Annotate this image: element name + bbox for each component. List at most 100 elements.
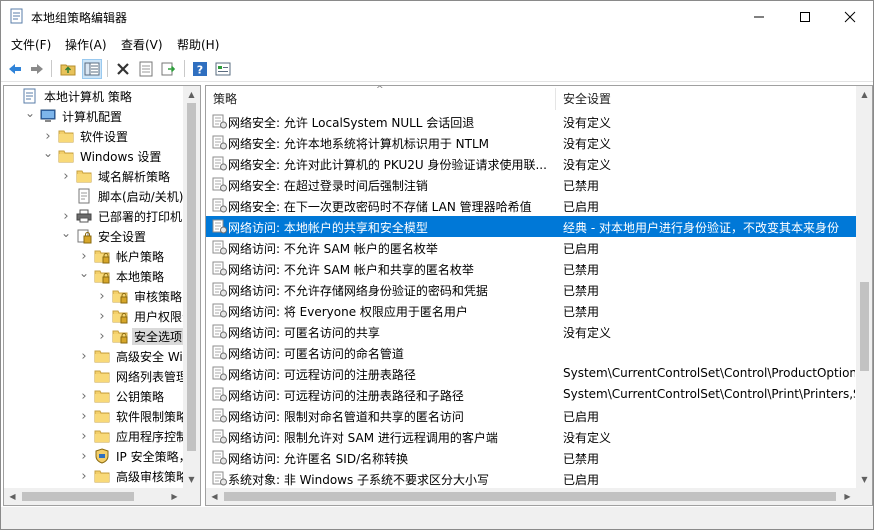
expand-arrow-icon[interactable]: › (78, 346, 90, 366)
scroll-down-icon[interactable]: ▼ (183, 471, 200, 488)
tree-item[interactable]: › 安全选项 (96, 326, 185, 346)
tree-item[interactable]: › 应用程序控制 (78, 426, 190, 446)
list-horizontal-scrollbar[interactable]: ◀ ▶ (206, 488, 856, 505)
scroll-left-icon[interactable]: ◀ (206, 488, 223, 505)
list-hscroll-thumb[interactable] (224, 492, 836, 501)
policy-row[interactable]: 网络安全: 允许本地系统将计算机标识用于 NTLM 没有定义 (206, 132, 856, 153)
minimize-button[interactable] (736, 1, 782, 32)
help-icon: ? (193, 62, 207, 77)
up-folder-button[interactable] (58, 59, 78, 79)
expand-arrow-icon[interactable]: › (78, 426, 90, 446)
list-scroll-thumb[interactable] (860, 282, 869, 371)
policy-row[interactable]: 网络访问: 不允许 SAM 帐户的匿名枚举 已启用 (206, 237, 856, 258)
scroll-up-icon[interactable]: ▲ (183, 86, 200, 103)
menu-file[interactable]: 文件(F) (11, 36, 51, 53)
policy-row[interactable]: 网络访问: 限制允许对 SAM 进行远程调用的客户端 没有定义 (206, 426, 856, 447)
tree-item[interactable]: 本地计算机 策略 (6, 86, 134, 106)
export-button[interactable] (159, 59, 179, 79)
policy-row[interactable]: 网络访问: 不允许存储网络身份验证的密码和凭据 已禁用 (206, 279, 856, 300)
policy-list-pane[interactable]: 策略 ^ 安全设置 网络安全: 允许 LocalSystem NULL 会话回退… (205, 85, 873, 506)
computer-policy-icon (22, 88, 38, 104)
tree-item[interactable]: › 软件设置 (42, 126, 130, 146)
policy-row[interactable]: 网络安全: 允许对此计算机的 PKU2U 身份验证请求使用联... 没有定义 (206, 153, 856, 174)
menu-view[interactable]: 查看(V) (121, 36, 163, 53)
expand-arrow-icon[interactable]: › (78, 446, 90, 466)
policy-row[interactable]: 网络访问: 可远程访问的注册表路径 System\CurrentControlSe… (206, 363, 856, 384)
scroll-up-icon[interactable]: ▲ (856, 86, 872, 103)
tree-item[interactable]: › 用户权限分 (96, 306, 196, 326)
tree-item[interactable]: › 公钥策略 (78, 386, 166, 406)
filter-button[interactable] (213, 59, 233, 79)
expand-arrow-icon[interactable]: › (96, 286, 108, 306)
tree-item-label: 域名解析策略 (98, 169, 171, 184)
collapse-arrow-icon[interactable]: ⌄ (78, 266, 90, 286)
delete-button[interactable] (113, 59, 133, 79)
expand-arrow-icon[interactable]: › (42, 126, 54, 146)
tree-hscroll-thumb[interactable] (22, 492, 134, 501)
collapse-arrow-icon[interactable]: ⌄ (42, 146, 54, 166)
policy-row[interactable]: 网络访问: 允许匿名 SID/名称转换 已禁用 (206, 447, 856, 468)
policy-name: 系统对象: 非 Windows 子系统不要求区分大小写 (228, 473, 490, 487)
title-bar[interactable]: 本地组策略编辑器 (1, 1, 873, 32)
expand-arrow-icon[interactable]: › (78, 406, 90, 426)
collapse-arrow-icon[interactable]: ⌄ (24, 106, 36, 126)
policy-row[interactable]: 网络安全: 允许 LocalSystem NULL 会话回退 没有定义 (206, 111, 856, 132)
tree-item[interactable]: ⌄ 安全设置 (60, 226, 148, 246)
policy-row[interactable]: 网络访问: 不允许 SAM 帐户和共享的匿名枚举 已禁用 (206, 258, 856, 279)
tree-horizontal-scrollbar[interactable]: ◀ ▶ (4, 488, 183, 505)
expand-arrow-icon[interactable]: › (78, 466, 90, 486)
expand-arrow-icon[interactable]: › (96, 326, 108, 346)
policy-row[interactable]: 系统对象: 非 Windows 子系统不要求区分大小写 已启用 (206, 468, 856, 489)
policy-name: 网络访问: 不允许存储网络身份验证的密码和凭据 (228, 284, 488, 298)
expand-arrow-icon[interactable]: › (60, 206, 72, 226)
tree-item[interactable]: ⌄ 本地策略 (78, 266, 166, 286)
policy-row[interactable]: 网络访问: 可匿名访问的共享 没有定义 (206, 321, 856, 342)
policy-row[interactable]: 网络访问: 可匿名访问的命名管道 (206, 342, 856, 363)
policy-row[interactable]: 网络访问: 本地帐户的共享和安全模型 经典 - 对本地用户进行身份验证，不改变其本… (206, 216, 856, 237)
forward-icon (31, 64, 43, 74)
folder-icon (58, 148, 74, 164)
scroll-left-icon[interactable]: ◀ (4, 488, 21, 505)
expand-arrow-icon[interactable]: › (78, 246, 90, 266)
tree-item[interactable]: › 已部署的打印机 (60, 206, 184, 226)
policy-row[interactable]: 网络访问: 将 Everyone 权限应用于匿名用户 已禁用 (206, 300, 856, 321)
menu-action[interactable]: 操作(A) (65, 36, 107, 53)
policy-row[interactable]: 网络访问: 可远程访问的注册表路径和子路径 System\CurrentContr… (206, 384, 856, 405)
expand-arrow-icon[interactable]: › (78, 386, 90, 406)
tree-item[interactable]: › 高级安全 Wind (78, 346, 200, 366)
tree-item[interactable]: › 软件限制策略 (78, 406, 190, 426)
policy-setting: System\CurrentControlSet\Control\Product… (563, 366, 855, 380)
scroll-right-icon[interactable]: ▶ (166, 488, 183, 505)
tree-scroll-thumb[interactable] (187, 103, 196, 451)
tree-item[interactable]: › 审核策略 (96, 286, 184, 306)
help-button[interactable]: ? (190, 59, 210, 79)
tree-vertical-scrollbar[interactable]: ▲ ▼ (183, 86, 200, 488)
show-tree-button[interactable] (82, 59, 102, 79)
expand-arrow-icon[interactable]: › (96, 306, 108, 326)
tree-pane[interactable]: 本地计算机 策略 ⌄ 计算机配置 › 软件设置 ⌄ Windows 设置 › 域名解析策略 脚本(… (3, 85, 201, 506)
close-button[interactable] (827, 1, 873, 32)
policy-row[interactable]: 网络安全: 在超过登录时间后强制注销 已禁用 (206, 174, 856, 195)
scroll-down-icon[interactable]: ▼ (856, 471, 872, 488)
forward-button[interactable] (27, 59, 47, 79)
back-button[interactable] (5, 59, 25, 79)
tree-item[interactable]: 脚本(启动/关机) (60, 186, 185, 206)
scroll-right-icon[interactable]: ▶ (839, 488, 856, 505)
policy-item-icon (212, 240, 227, 255)
policy-item-icon (212, 135, 227, 150)
tree-item[interactable]: ⌄ Windows 设置 (42, 146, 163, 166)
list-vertical-scrollbar[interactable]: ▲ ▼ (856, 86, 872, 488)
column-header-setting[interactable]: 安全设置 (556, 86, 856, 111)
tree-item[interactable]: ⌄ 计算机配置 (24, 106, 124, 126)
expand-arrow-icon[interactable]: › (60, 166, 72, 186)
policy-setting: 已启用 (563, 242, 600, 256)
policy-row[interactable]: 网络安全: 在下一次更改密码时不存储 LAN 管理器哈希值 已启用 (206, 195, 856, 216)
menu-help[interactable]: 帮助(H) (177, 36, 219, 53)
policy-item-icon (212, 408, 227, 423)
tree-item[interactable]: › 域名解析策略 (60, 166, 172, 186)
properties-button[interactable] (136, 59, 156, 79)
tree-item[interactable]: › 帐户策略 (78, 246, 166, 266)
maximize-button[interactable] (782, 1, 828, 32)
collapse-arrow-icon[interactable]: ⌄ (60, 226, 72, 246)
policy-row[interactable]: 网络访问: 限制对命名管道和共享的匿名访问 已启用 (206, 405, 856, 426)
